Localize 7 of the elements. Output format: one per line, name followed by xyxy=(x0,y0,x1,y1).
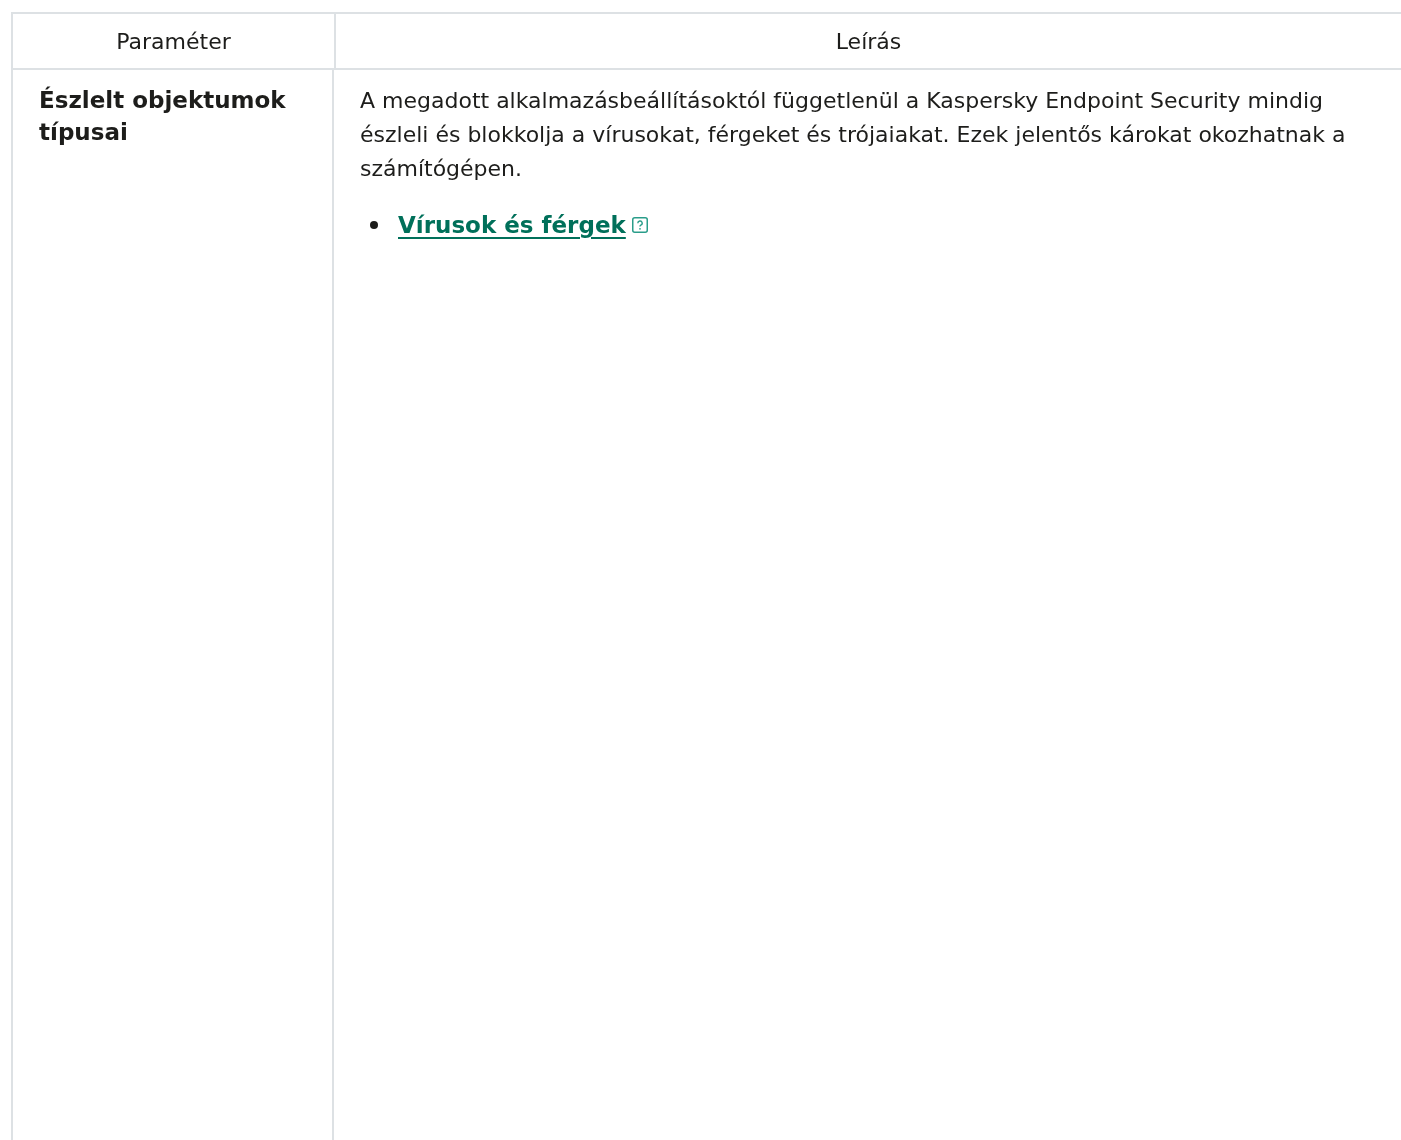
bullet-icon xyxy=(370,221,378,229)
parameter-name: Észlelt objektumok típusai xyxy=(39,85,287,147)
help-icon[interactable] xyxy=(631,217,648,233)
column-header: Leírás xyxy=(834,27,903,56)
link[interactable]: Vírusok és férgek xyxy=(398,212,626,238)
description-text: A megadott alkalmazásbeállításoktól függetlenül a Kaspersky Endpoint Security mindig észleli és blokkolja a vírusokat, férgeket és trójaiakat. Ezek jelentős károkat okozhatnak a számítógépen. xyxy=(360,87,1347,183)
column-header: Paraméter xyxy=(13,14,336,68)
